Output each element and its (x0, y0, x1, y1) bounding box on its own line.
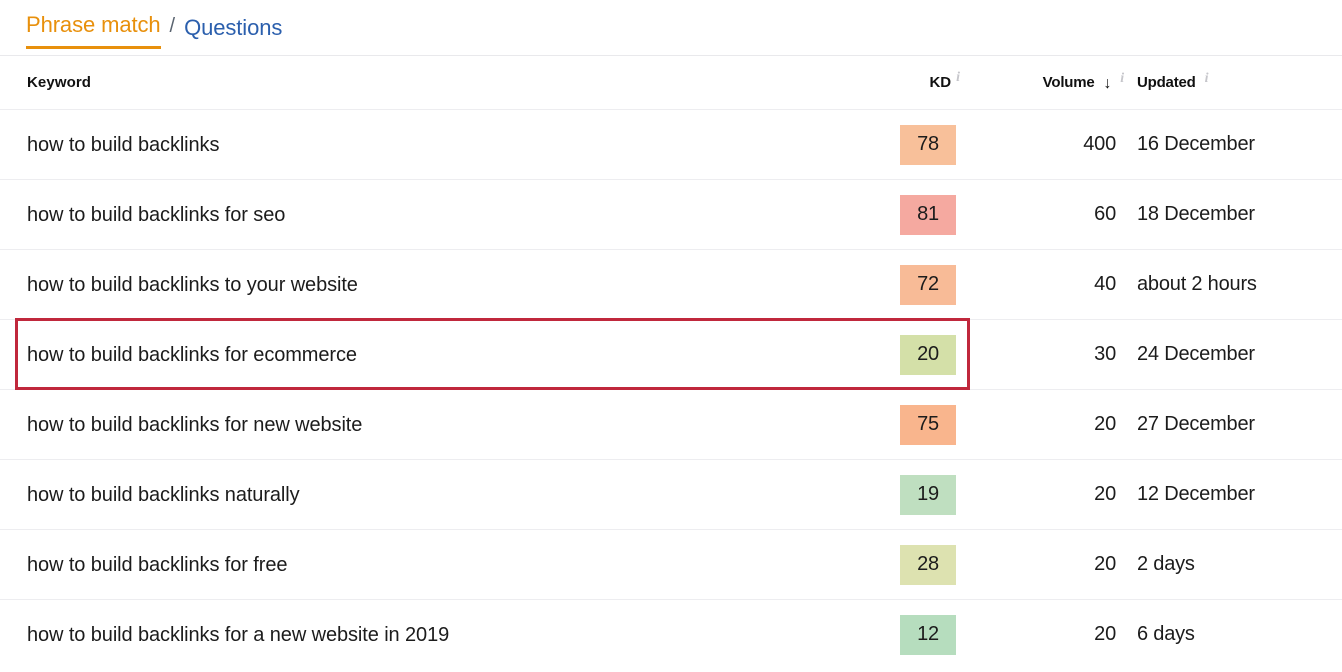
column-header-updated-label: Updated (1137, 73, 1196, 91)
keyword-cell[interactable]: how to build backlinks (0, 132, 866, 158)
column-header-volume[interactable]: Volume ↓ i (976, 71, 1135, 92)
kd-cell: 19 (866, 474, 976, 515)
updated-cell: 16 December (1137, 133, 1255, 155)
sort-descending-arrow-icon[interactable]: ↓ (1104, 75, 1112, 92)
kd-badge: 20 (900, 334, 956, 375)
table-header-row: Keyword KD i Volume ↓ i Updated i (0, 55, 1342, 109)
table-row[interactable]: how to build backlinks to your website 72… (0, 249, 1342, 319)
kd-cell: 28 (866, 544, 976, 585)
kd-badge: 78 (900, 124, 956, 165)
column-header-volume-label: Volume (1042, 73, 1095, 91)
kd-badge: 19 (900, 474, 956, 515)
kd-cell: 75 (866, 404, 976, 445)
table-row[interactable]: how to build backlinks for a new website… (0, 599, 1342, 669)
volume-cell: 20 (1094, 553, 1116, 575)
volume-cell: 20 (1094, 623, 1116, 645)
keyword-cell[interactable]: how to build backlinks naturally (0, 482, 866, 508)
tab-questions[interactable]: Questions (184, 14, 282, 42)
kd-badge: 28 (900, 544, 956, 585)
info-icon[interactable]: i (956, 70, 960, 86)
volume-cell: 400 (1083, 133, 1116, 155)
kd-cell: 72 (866, 264, 976, 305)
kd-badge: 75 (900, 404, 956, 445)
match-type-tabs: Phrase match / Questions (0, 0, 1342, 55)
updated-cell: 27 December (1137, 413, 1255, 435)
updated-cell: about 2 hours (1137, 273, 1257, 295)
keyword-cell[interactable]: how to build backlinks for seo (0, 202, 866, 228)
updated-cell: 6 days (1137, 623, 1195, 645)
kd-cell: 12 (866, 614, 976, 655)
kd-badge: 81 (900, 194, 956, 235)
column-header-kd-label: KD (929, 74, 952, 91)
table-row[interactable]: how to build backlinks naturally 19 20 12 D… (0, 459, 1342, 529)
table-row[interactable]: how to build backlinks for new website 75… (0, 389, 1342, 459)
keyword-cell[interactable]: how to build backlinks for free (0, 552, 866, 578)
keyword-cell[interactable]: how to build backlinks to your website (0, 272, 866, 298)
table-row[interactable]: how to build backlinks for ecommerce 20 30… (0, 319, 1342, 389)
kd-cell: 81 (866, 194, 976, 235)
keyword-cell[interactable]: how to build backlinks for a new website… (0, 622, 866, 648)
column-header-keyword[interactable]: Keyword (0, 70, 866, 96)
column-header-kd[interactable]: KD i (866, 70, 976, 92)
volume-cell: 30 (1094, 343, 1116, 365)
keyword-cell[interactable]: how to build backlinks for ecommerce (0, 342, 866, 368)
volume-cell: 20 (1094, 483, 1116, 505)
column-header-updated[interactable]: Updated i (1135, 71, 1342, 92)
updated-cell: 2 days (1137, 553, 1195, 575)
updated-cell: 18 December (1137, 203, 1255, 225)
kd-badge: 12 (900, 614, 956, 655)
table-row[interactable]: how to build backlinks 78 400 16 December (0, 109, 1342, 179)
tab-separator: / (169, 15, 176, 37)
kd-cell: 20 (866, 334, 976, 375)
table-row[interactable]: how to build backlinks for seo 81 60 18 Dec… (0, 179, 1342, 249)
kd-cell: 78 (866, 124, 976, 165)
volume-cell: 40 (1094, 273, 1116, 295)
table-body: how to build backlinks 78 400 16 December ho… (0, 109, 1342, 669)
keywords-table: Keyword KD i Volume ↓ i Updated i how to… (0, 55, 1342, 669)
volume-cell: 20 (1094, 413, 1116, 435)
keyword-explorer-results: Phrase match / Questions Keyword KD i Vo… (0, 0, 1342, 672)
tab-phrase-match[interactable]: Phrase match (26, 11, 161, 49)
volume-cell: 60 (1094, 203, 1116, 225)
updated-cell: 24 December (1137, 343, 1255, 365)
kd-badge: 72 (900, 264, 956, 305)
info-icon[interactable]: i (1120, 71, 1124, 86)
keyword-cell[interactable]: how to build backlinks for new website (0, 412, 866, 438)
updated-cell: 12 December (1137, 483, 1255, 505)
info-icon[interactable]: i (1205, 71, 1209, 86)
table-row[interactable]: how to build backlinks for free 28 20 2 day… (0, 529, 1342, 599)
